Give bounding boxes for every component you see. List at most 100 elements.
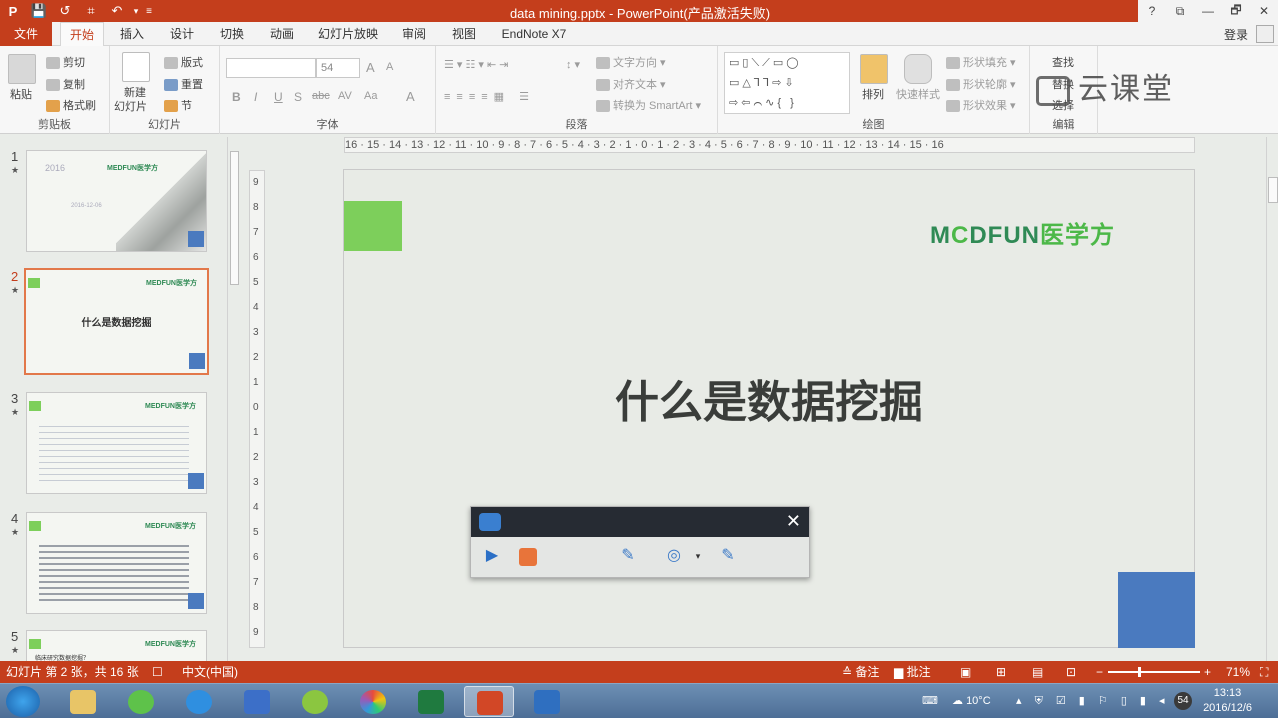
language-indicator[interactable]: 中文(中国) [182,661,238,683]
ribbon-display-icon[interactable]: ⧉ [1166,0,1194,22]
shape-outline-button[interactable]: 形状轮廓 ▾ [946,76,1016,92]
bullets-button[interactable]: ☰ ▾ ☷ ▾ ⇤ ⇥ [444,58,508,71]
close-button[interactable]: ✕ [1250,0,1278,22]
smartart-button[interactable]: 转换为 SmartArt ▾ [596,97,701,113]
record-stop-button[interactable] [519,548,537,566]
thumbnail-row[interactable]: 2 ★ MEDFUN医学方 什么是数据挖掘 [0,268,230,375]
shape-effect-button[interactable]: 形状效果 ▾ [946,97,1016,113]
customize-qat-icon[interactable]: ≡ [142,0,156,22]
grow-font-button[interactable]: A [366,60,375,75]
tab-home[interactable]: 开始 [60,22,104,47]
network-badge[interactable]: 54 [1174,692,1192,710]
notes-button[interactable]: ≙ 备注 [842,661,879,683]
font-color-button[interactable]: A [406,89,415,104]
spellcheck-icon[interactable]: ☐ [152,661,163,683]
font-size-field[interactable]: 54 [316,58,360,78]
user-icon[interactable] [1256,25,1274,43]
recorder-close-button[interactable]: ✕ [786,511,801,532]
weather-indicator[interactable]: ☁ 10°C [952,684,991,718]
tray-icons[interactable]: ▴ ⛨ ☑ ▮ ⚐ ▯ ▮ ◂ [1016,684,1170,718]
paste-button[interactable]: 粘贴 [10,86,32,102]
internet-explorer-icon[interactable] [174,686,224,717]
layout-button[interactable]: 版式 [164,54,203,70]
slide-title[interactable]: 什么是数据挖掘 [344,366,1194,430]
medfun-logo[interactable]: MCDFUN医学方 [930,215,1115,250]
thumbnail-row[interactable]: 3 ★ MEDFUN医学方 [0,391,230,497]
help-icon[interactable]: ? [1138,0,1166,22]
shape-fill-button[interactable]: 形状填充 ▾ [946,54,1016,70]
file-explorer-icon[interactable] [58,686,108,717]
slide-thumbnail-2-selected[interactable]: MEDFUN医学方 什么是数据挖掘 [24,268,209,375]
record-play-button[interactable]: ▶ [481,545,503,567]
tab-insert[interactable]: 插入 [112,22,152,46]
horizontal-ruler[interactable]: 16 · 15 · 14 · 13 · 12 · 11 · 10 · 9 · 8… [344,137,1195,153]
slide-green-square[interactable] [344,201,402,251]
slide-thumbnail-5[interactable]: MEDFUN医学方 临床研究数据挖掘？ [26,630,207,661]
green-app-icon[interactable] [290,686,340,717]
annotate-pin-icon[interactable]: ✎ [617,545,639,567]
thumbnail-row[interactable]: 1 ★ 2016 2016-12-06 MEDFUN医学方 [0,149,230,255]
format-painter-button[interactable]: 格式刷 [46,97,96,113]
tab-slideshow[interactable]: 幻灯片放映 [312,22,384,46]
zoom-slider[interactable] [1108,671,1200,673]
webcam-add-icon[interactable]: ◎ [663,545,685,567]
touch-mode-icon[interactable]: ⌗ [78,0,104,22]
powerpoint-taskbar-icon[interactable] [464,686,514,717]
color-app-icon[interactable] [348,686,398,717]
arrange-icon[interactable] [860,54,888,84]
new-slide-label-2[interactable]: 幻灯片 [114,98,147,114]
text-direction-button[interactable]: 文字方向 ▾ [596,54,666,70]
shapes-gallery[interactable]: ▭▯⟍⟋▭◯ ▭△⅂⅂⇨⇩ ⇨⇦⌒∿{ } [724,52,850,114]
tab-transitions[interactable]: 切换 [212,22,252,46]
tab-animations[interactable]: 动画 [262,22,302,46]
slide-thumbnail-1[interactable]: 2016 2016-12-06 MEDFUN医学方 [26,150,207,252]
quick-styles-icon[interactable] [904,54,932,84]
slide-thumbnail-4[interactable]: MEDFUN医学方 [26,512,207,614]
reset-button[interactable]: 重置 [164,76,203,92]
shrink-font-button[interactable]: A [386,61,393,73]
scroll-thumb[interactable] [1268,177,1278,203]
cut-button[interactable]: 剪切 [46,54,85,70]
char-spacing-button[interactable]: AV [338,90,352,102]
undo-dropdown-icon[interactable]: ▾ [130,0,142,22]
slide-blue-square[interactable] [1118,572,1195,648]
slide-thumbnail-3[interactable]: MEDFUN医学方 [26,392,207,494]
minimize-button[interactable]: — [1194,0,1222,22]
reading-view-icon[interactable]: ▤ [1032,661,1043,683]
bold-button[interactable]: B [232,90,241,104]
tab-file[interactable]: 文件 [0,22,52,46]
login-link[interactable]: 登录 [1224,26,1248,43]
recorder-taskbar-icon[interactable] [522,686,572,717]
font-name-field[interactable] [226,58,316,78]
quick-styles-button[interactable]: 快速样式 [896,86,940,102]
zoom-slider-thumb[interactable] [1138,667,1141,677]
normal-view-icon[interactable]: ▣ [960,661,971,683]
copy-button[interactable]: 复制 [46,76,85,92]
slideshow-icon[interactable]: ⊡ [1066,661,1076,683]
keyboard-icon[interactable]: ⌨ [922,684,938,718]
comments-button[interactable]: ▆ 批注 [894,661,931,683]
slide-sorter-icon[interactable]: ⊞ [996,661,1006,683]
tab-design[interactable]: 设计 [162,22,202,46]
vertical-ruler[interactable]: 9 8 7 6 5 4 3 2 1 0 1 2 3 4 5 6 7 8 9 [249,170,265,648]
slide-scrollbar[interactable] [1266,137,1278,661]
arrange-button[interactable]: 排列 [862,86,884,102]
tab-view[interactable]: 视图 [444,22,484,46]
system-clock[interactable]: 13:13 2016/12/6 [1203,686,1252,716]
restore-button[interactable]: 🗗 [1222,0,1250,22]
webcam-dropdown-icon[interactable]: ▾ [693,545,703,567]
thumbnail-row[interactable]: 4 ★ MEDFUN医学方 [0,511,230,617]
thumbnail-scrollbar[interactable] [227,137,240,661]
zoom-in-button[interactable]: + [1204,661,1211,683]
undo-icon[interactable]: ↶ [104,0,130,22]
new-slide-icon[interactable] [122,52,150,82]
wechat-icon[interactable] [116,686,166,717]
tab-endnote[interactable]: EndNote X7 [494,22,574,46]
zoom-out-button[interactable]: − [1096,661,1103,683]
pen-icon[interactable]: ✎ [717,545,739,567]
fit-slide-icon[interactable]: ⛶ [1260,661,1268,683]
italic-button[interactable]: I [254,90,257,104]
zoom-level[interactable]: 71% [1226,661,1250,683]
align-text-button[interactable]: 对齐文本 ▾ [596,76,666,92]
align-buttons[interactable]: ≡≡≡≡▦ ☰ [444,90,535,103]
